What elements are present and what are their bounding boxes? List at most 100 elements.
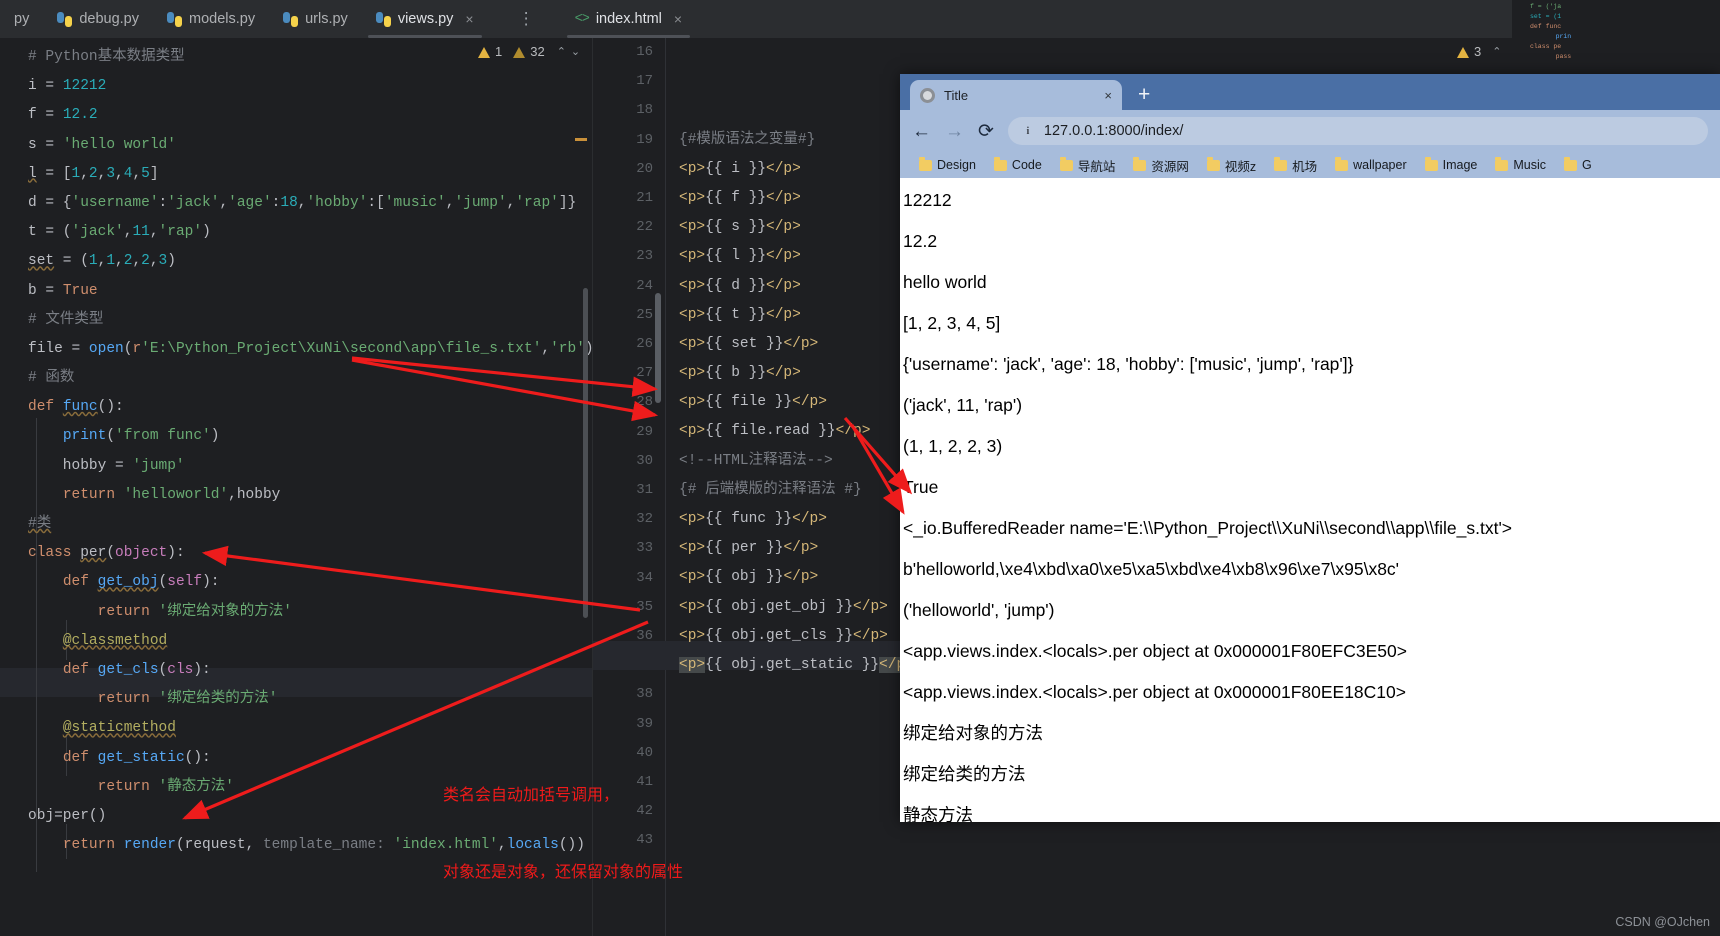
minimap-line: f = ('ja: [1530, 3, 1562, 10]
python-inspection-widget[interactable]: 1 32 ⌃ ⌄: [478, 44, 580, 59]
chevron-up-icon[interactable]: ⌃: [557, 45, 566, 58]
bookmark-item[interactable]: G: [1557, 157, 1599, 172]
html-code-line: <p>{{ set }}</p>: [679, 335, 819, 352]
page-paragraph: 绑定给对象的方法: [903, 723, 1043, 743]
html-code-line: {# 后端模版的注释语法 #}: [679, 481, 862, 498]
line-number: 17: [636, 73, 653, 90]
html-code-line: <p>{{ per }}</p>: [679, 540, 819, 557]
folder-icon: [1564, 157, 1578, 171]
bookmark-item[interactable]: Music: [1488, 157, 1553, 172]
html-code-line: [679, 67, 914, 96]
browser-tab[interactable]: Title ×: [910, 80, 1122, 110]
new-tab-icon[interactable]: +: [1138, 84, 1150, 105]
line-number: 33: [636, 540, 653, 557]
bookmark-label: Image: [1442, 158, 1478, 172]
page-paragraph: True: [903, 477, 939, 497]
editor-tab-urls-py[interactable]: urls.py: [269, 0, 362, 38]
line-number: 20: [636, 160, 653, 177]
editor-tab-debug-py[interactable]: debug.py: [43, 0, 153, 38]
browser-tab-strip: Title × +: [900, 74, 1720, 110]
tab-label: py: [14, 11, 30, 27]
right-inspection-widget[interactable]: 3 ⌃: [1457, 44, 1501, 59]
bookmark-item[interactable]: Image: [1418, 157, 1485, 172]
tab-label: debug.py: [79, 11, 139, 27]
bookmark-item[interactable]: 机场: [1267, 156, 1324, 175]
python-code-line: s = 'hello world': [28, 136, 176, 153]
chevron-up-icon[interactable]: ⌃: [1492, 45, 1501, 58]
close-icon[interactable]: ×: [1104, 88, 1112, 103]
warning-count: 3: [1474, 44, 1482, 59]
python-code-line: return '绑定给类的方法': [97, 691, 278, 708]
line-number: 32: [636, 511, 653, 528]
bookmark-item[interactable]: 资源网: [1126, 156, 1196, 175]
html-code-line: <p>{{ obj.get_static }}</p>: [679, 656, 914, 673]
change-marker: [575, 138, 587, 141]
html-scrollbar-thumb[interactable]: [655, 293, 661, 403]
python-code-line: # 函数: [28, 370, 75, 387]
tab-label: urls.py: [305, 11, 348, 27]
html-code-line: [679, 709, 914, 738]
browser-window[interactable]: Title × + ← → ⟳ i 127.0.0.1:8000/index/ …: [900, 74, 1720, 822]
back-icon[interactable]: ←: [912, 122, 931, 141]
bookmark-item[interactable]: wallpaper: [1328, 157, 1414, 172]
editor-tab-models-py[interactable]: models.py: [153, 0, 269, 38]
editor-tab-py[interactable]: py: [0, 0, 43, 38]
python-file-icon: [167, 11, 182, 27]
close-icon[interactable]: ×: [465, 11, 473, 27]
site-info-icon[interactable]: i: [1021, 124, 1035, 138]
editor-tab-index-html[interactable]: <> index.html ×: [561, 0, 696, 38]
html-code-line: [679, 739, 914, 768]
bookmark-item[interactable]: Code: [987, 157, 1049, 172]
folder-icon: [1335, 157, 1349, 171]
bookmark-label: Music: [1513, 158, 1547, 172]
python-file-icon: [283, 11, 299, 27]
page-paragraph: <app.views.index.<locals>.per object at …: [903, 682, 1406, 702]
tab-label: models.py: [189, 11, 256, 27]
html-code-line: <p>{{ file.read }}</p>: [679, 423, 871, 440]
line-number: 31: [636, 482, 653, 498]
line-number: 22: [636, 219, 653, 236]
python-file-icon: [57, 11, 73, 27]
html-code-line: <p>{{ file }}</p>: [679, 394, 827, 411]
folder-icon: [1059, 157, 1073, 171]
page-paragraph: 绑定给类的方法: [903, 764, 1026, 784]
bookmark-item[interactable]: Design: [912, 157, 983, 172]
html-code-line: <p>{{ obj }}</p>: [679, 569, 819, 586]
bookmark-label: 资源网: [1151, 159, 1189, 174]
minimap-line: pass: [1540, 53, 1572, 60]
page-paragraph: 12212: [903, 190, 952, 210]
html-file-icon: <>: [574, 11, 590, 27]
reload-icon[interactable]: ⟳: [978, 122, 994, 141]
page-paragraph: (1, 1, 2, 2, 3): [903, 436, 1003, 456]
line-number: 28: [636, 394, 653, 411]
chevron-down-icon[interactable]: ⌄: [571, 45, 580, 58]
bookmark-item[interactable]: 导航站: [1053, 156, 1123, 175]
error-count: 1: [495, 44, 503, 59]
bookmark-label: Code: [1011, 158, 1042, 172]
python-code-line: return '绑定给对象的方法': [97, 603, 292, 620]
rendered-page-content: 12212 12.2 hello world [1, 2, 3, 4, 5] {'use…: [900, 178, 1720, 822]
python-code-line: t = ('jack',11,'rap'): [28, 224, 211, 241]
html-code-line: <!--HTML注释语法-->: [679, 452, 833, 469]
line-number: 24: [636, 277, 653, 294]
page-paragraph: 静态方法: [903, 805, 973, 822]
editor-tab-views-py[interactable]: views.py ×: [362, 0, 488, 38]
more-options-icon[interactable]: ⋮: [508, 0, 545, 38]
forward-icon[interactable]: →: [945, 122, 964, 141]
bookmark-label: G: [1582, 158, 1592, 172]
html-source-code: {#模版语法之变量#} <p>{{ i }}</p> <p>{{ f }}</p> <…: [679, 38, 914, 855]
warning-icon: [513, 47, 526, 58]
line-number: 18: [636, 102, 653, 119]
annotation-note-line-2: 对象还是对象，还保留对象的属性: [443, 863, 684, 881]
address-bar[interactable]: i 127.0.0.1:8000/index/: [1007, 117, 1708, 145]
error-icon: [478, 47, 490, 58]
close-icon[interactable]: ×: [674, 11, 682, 27]
html-code-line: [679, 680, 914, 709]
python-code-line: file = open(r'E:\Python_Project\XuNi\sec…: [28, 340, 592, 357]
python-scrollbar-thumb[interactable]: [583, 288, 588, 618]
python-code-line: hobby = 'jump': [28, 457, 185, 474]
html-code-line: <p>{{ obj.get_cls }}</p>: [679, 627, 888, 644]
python-code-line: def get_obj(self):: [62, 574, 220, 591]
bookmark-item[interactable]: 视频z: [1200, 156, 1263, 175]
python-code-line: l = [1,2,3,4,5]: [28, 165, 159, 182]
